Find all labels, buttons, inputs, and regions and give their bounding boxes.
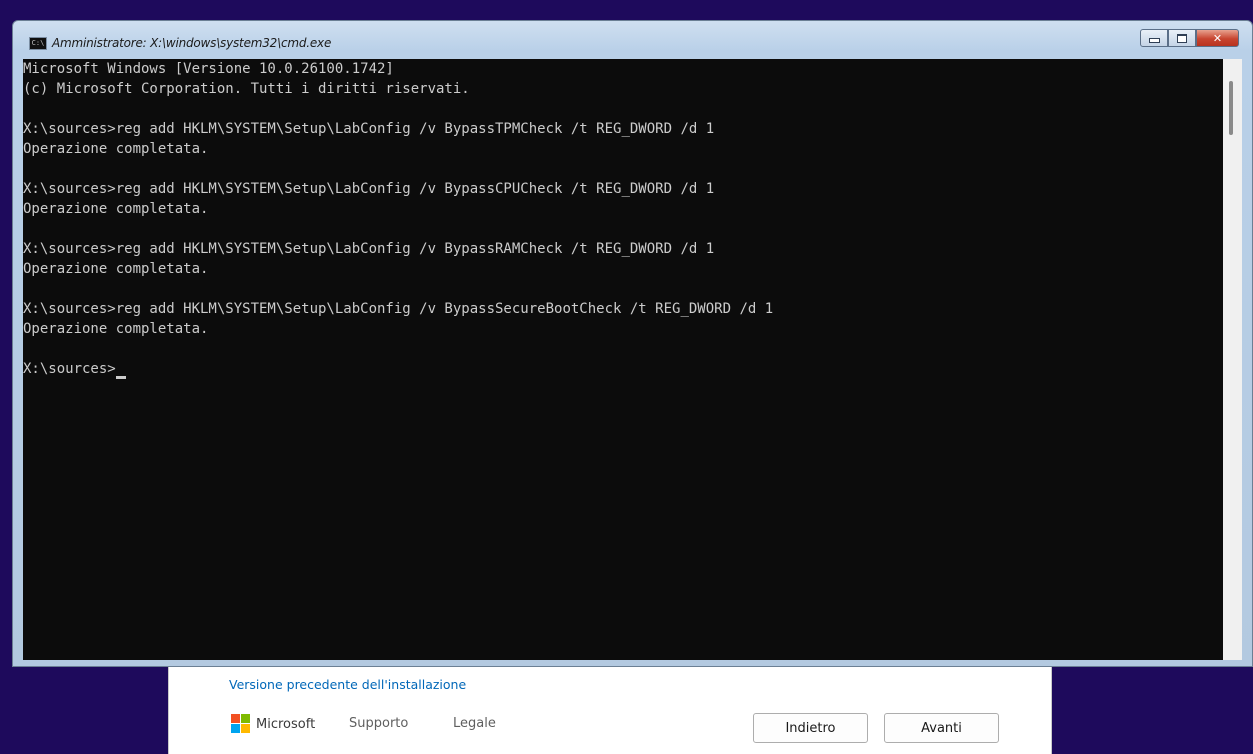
window-title: Amministratore: X:\windows\system32\cmd.… bbox=[52, 36, 332, 50]
console-line: Operazione completata. bbox=[23, 141, 209, 157]
vertical-scrollbar[interactable] bbox=[1223, 59, 1242, 660]
prompt-line: X:\sources> bbox=[23, 359, 1223, 379]
maximize-icon bbox=[1177, 33, 1187, 43]
brand-label: Microsoft bbox=[256, 716, 316, 732]
title-bar[interactable]: C:\ Amministratore: X:\windows\system32\… bbox=[13, 21, 1252, 58]
microsoft-logo-icon bbox=[231, 714, 251, 734]
maximize-button[interactable] bbox=[1168, 29, 1196, 47]
back-button[interactable]: Indietro bbox=[753, 713, 868, 743]
next-button[interactable]: Avanti bbox=[884, 713, 999, 743]
minimize-icon bbox=[1148, 38, 1160, 43]
previous-install-link[interactable]: Versione precedente dell'installazione bbox=[229, 677, 466, 692]
scrollbar-thumb[interactable] bbox=[1229, 81, 1233, 135]
console-output[interactable]: Microsoft Windows [Versione 10.0.26100.1… bbox=[23, 59, 1223, 660]
microsoft-brand: Microsoft bbox=[231, 714, 315, 734]
console-line: (c) Microsoft Corporation. Tutti i dirit… bbox=[23, 81, 470, 97]
console-line: Operazione completata. bbox=[23, 321, 209, 337]
minimize-button[interactable] bbox=[1140, 29, 1168, 47]
console-line: Operazione completata. bbox=[23, 201, 209, 217]
prompt-text: X:\sources> bbox=[23, 361, 116, 377]
console-line: Operazione completata. bbox=[23, 261, 209, 277]
console-lines: Microsoft Windows [Versione 10.0.26100.1… bbox=[23, 59, 1223, 359]
text-cursor bbox=[115, 376, 126, 379]
console-line: X:\sources>reg add HKLM\SYSTEM\Setup\Lab… bbox=[23, 181, 715, 197]
close-icon: ✕ bbox=[1212, 31, 1223, 45]
legal-link[interactable]: Legale bbox=[453, 716, 496, 731]
cmd-window: C:\ Amministratore: X:\windows\system32\… bbox=[12, 20, 1253, 667]
window-controls: ✕ bbox=[1140, 29, 1239, 47]
close-button[interactable]: ✕ bbox=[1196, 29, 1239, 47]
console-line: X:\sources>reg add HKLM\SYSTEM\Setup\Lab… bbox=[23, 241, 715, 257]
console-line: X:\sources>reg add HKLM\SYSTEM\Setup\Lab… bbox=[23, 121, 715, 137]
cmd-app-icon[interactable]: C:\ bbox=[29, 37, 47, 50]
console-line: Microsoft Windows [Versione 10.0.26100.1… bbox=[23, 61, 394, 77]
support-link[interactable]: Supporto bbox=[349, 716, 408, 731]
console-line: X:\sources>reg add HKLM\SYSTEM\Setup\Lab… bbox=[23, 301, 774, 317]
